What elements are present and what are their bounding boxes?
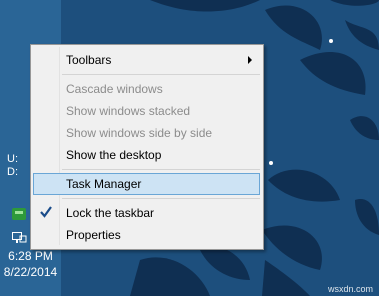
menu-item-properties[interactable]: Properties: [33, 224, 260, 246]
menu-separator: [62, 198, 260, 199]
menu-item-lock-taskbar[interactable]: Lock the taskbar: [33, 202, 260, 224]
menu-separator: [62, 169, 260, 170]
menu-item-show-desktop[interactable]: Show the desktop: [33, 144, 260, 166]
menu-item-label: Show windows stacked: [66, 104, 191, 118]
drive-d-label: D:: [7, 166, 18, 178]
menu-item-show-windows-stacked[interactable]: Show windows stacked: [33, 100, 260, 122]
menu-item-label: Task Manager: [66, 177, 142, 191]
clock-time[interactable]: 6:28 PM: [0, 249, 61, 263]
menu-item-label: Show windows side by side: [66, 126, 213, 140]
taskbar-context-menu: Toolbars Cascade windows Show windows st…: [30, 44, 264, 250]
menu-separator: [62, 74, 260, 75]
menu-item-label: Properties: [66, 228, 121, 242]
menu-item-label: Cascade windows: [66, 82, 163, 96]
menu-item-label: Toolbars: [66, 53, 112, 67]
menu-item-toolbars[interactable]: Toolbars: [33, 49, 260, 71]
submenu-arrow-icon: [248, 56, 252, 64]
menu-item-show-side-by-side[interactable]: Show windows side by side: [33, 122, 260, 144]
clock-date[interactable]: 8/22/2014: [0, 265, 61, 279]
menu-item-task-manager[interactable]: Task Manager: [33, 173, 260, 195]
menu-item-cascade-windows[interactable]: Cascade windows: [33, 78, 260, 100]
drive-u-label: U:: [7, 153, 18, 165]
network-icon[interactable]: [12, 231, 27, 249]
checkmark-icon: [40, 206, 52, 218]
menu-item-label: Lock the taskbar: [66, 206, 155, 220]
watermark-text: wsxdn.com: [327, 284, 373, 294]
menu-item-label: Show the desktop: [66, 148, 162, 162]
green-chat-icon[interactable]: [12, 207, 26, 225]
